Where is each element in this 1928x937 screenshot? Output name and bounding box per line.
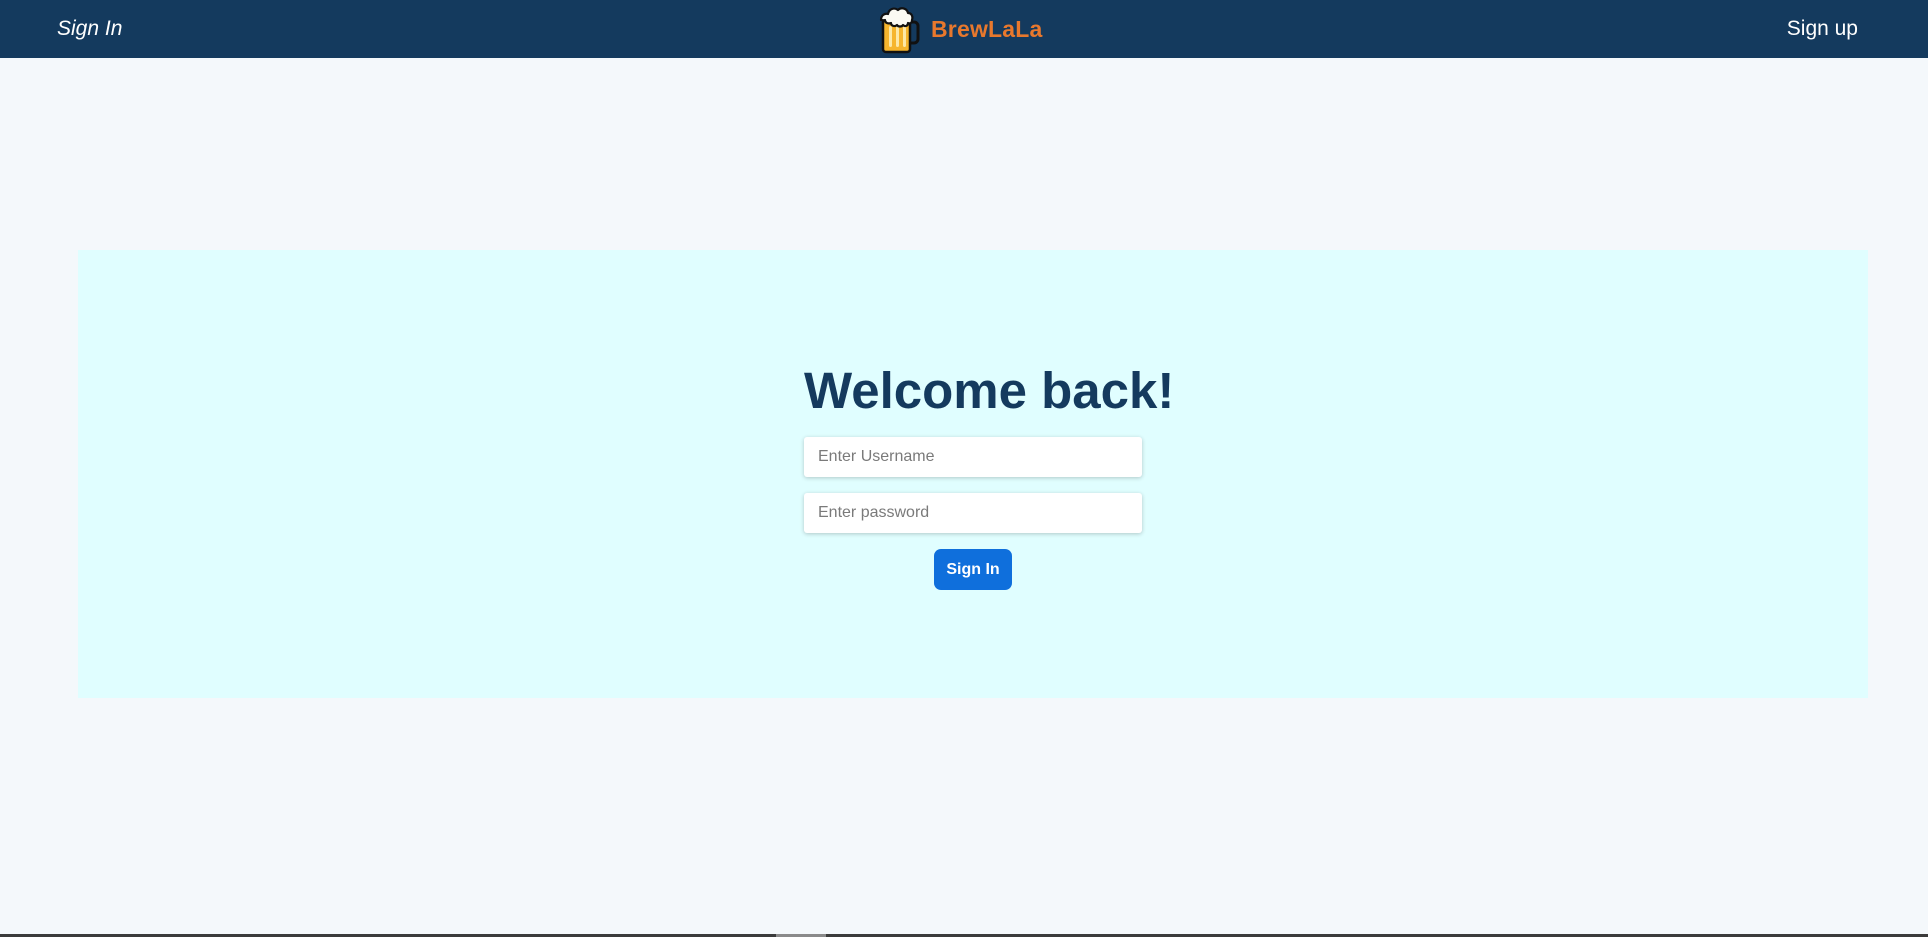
- brand-home-link[interactable]: BrewLaLa: [878, 0, 1043, 58]
- signin-form: Welcome back! Sign In: [804, 358, 1175, 590]
- page-title: Welcome back!: [804, 362, 1175, 419]
- beer-mug-icon: [879, 7, 920, 54]
- nav-signin-link[interactable]: Sign In: [57, 0, 122, 58]
- top-navbar: Sign In BrewLaLa Sign up: [0, 0, 1928, 58]
- brand-name: BrewLaLa: [931, 15, 1043, 42]
- password-input[interactable]: [804, 493, 1142, 533]
- username-input[interactable]: [804, 437, 1142, 477]
- signin-submit-button[interactable]: Sign In: [934, 549, 1012, 590]
- submit-container: Sign In: [804, 549, 1142, 590]
- nav-signup-link[interactable]: Sign up: [1787, 0, 1858, 58]
